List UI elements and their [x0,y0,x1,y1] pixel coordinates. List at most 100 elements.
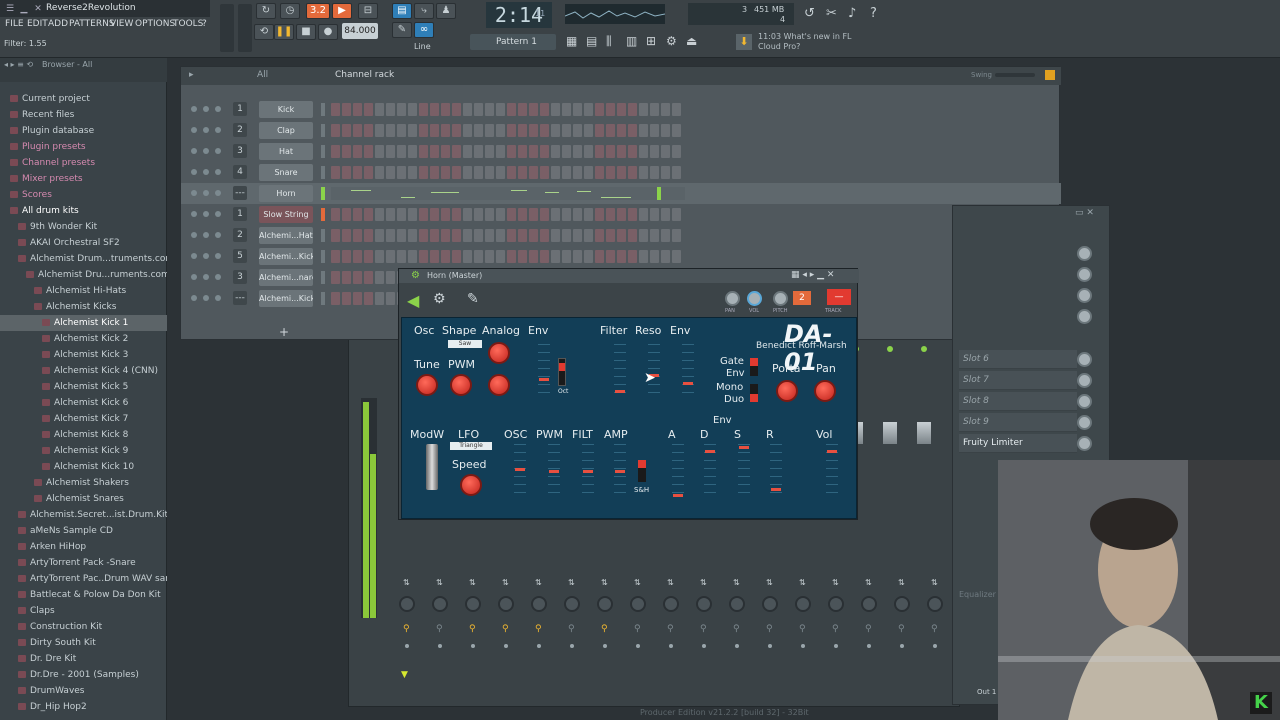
browser-item[interactable]: AKAI Orchestral SF2 [0,235,167,251]
browser-item[interactable]: All drum kits [0,203,167,219]
channel-mute-led[interactable] [191,211,197,217]
step-button[interactable] [562,250,571,263]
mixer-send-icon[interactable]: ⚲ [898,624,905,634]
browser-item[interactable]: Dr. Dre Kit [0,651,167,667]
browser-item[interactable]: Construction Kit [0,619,167,635]
step-button[interactable] [452,229,461,242]
step-button[interactable] [606,250,615,263]
sustain-slider[interactable] [738,444,750,502]
channel-select-indicator[interactable] [321,208,325,221]
step-button[interactable] [375,124,384,137]
browser-item[interactable]: Alchemist Kick 6 [0,395,167,411]
step-button[interactable] [639,229,648,242]
step-button[interactable] [353,166,362,179]
browser-item[interactable]: Plugin presets [0,139,167,155]
undo-icon[interactable]: ↺ [804,6,815,21]
step-button[interactable] [408,250,417,263]
channel-volume-knob[interactable] [747,291,762,306]
mixer-send-icon[interactable]: ⚲ [766,624,773,634]
step-button[interactable] [430,166,439,179]
step-button[interactable] [430,124,439,137]
step-button[interactable] [375,271,384,284]
step-button[interactable] [397,103,406,116]
step-button[interactable] [441,145,450,158]
browser-item[interactable]: Alchemist Kick 7 [0,411,167,427]
channel-mute-led[interactable] [191,106,197,112]
step-button[interactable] [331,145,340,158]
step-button[interactable] [397,166,406,179]
step-button[interactable] [430,208,439,221]
mixer-arm-dot[interactable] [900,644,904,648]
filter-env-slider[interactable] [682,344,694,402]
mixer-route-icon[interactable]: ⇅ [403,578,410,587]
step-button[interactable] [562,145,571,158]
step-button[interactable] [452,166,461,179]
step-button[interactable] [386,208,395,221]
fx-mix-knob[interactable] [1077,267,1092,282]
step-button[interactable] [507,250,516,263]
step-button[interactable] [408,103,417,116]
step-button[interactable] [364,292,373,305]
step-button[interactable] [672,208,681,221]
fx-mix-knob[interactable] [1077,309,1092,324]
browser-item[interactable]: ArtyTorrent Pac..Drum WAV samples [0,571,167,587]
lfo-pwm-slider[interactable] [548,444,560,502]
step-button[interactable] [595,145,604,158]
step-button[interactable] [342,292,351,305]
step-button[interactable] [441,250,450,263]
step-button[interactable] [518,124,527,137]
fx-window-buttons[interactable]: ▭ ✕ [1075,208,1094,218]
fx-mix-knob[interactable] [1077,373,1092,388]
step-button[interactable] [661,208,670,221]
browser-item[interactable]: Alchemist Kick 9 [0,443,167,459]
mixer-arm-dot[interactable] [405,644,409,648]
step-button[interactable] [573,208,582,221]
channel-name-button[interactable]: Slow String [259,206,313,223]
step-button[interactable] [474,145,483,158]
mixer-arm-dot[interactable] [537,644,541,648]
step-button[interactable] [529,103,538,116]
step-button[interactable] [529,166,538,179]
mixer-pan-knob[interactable] [663,596,679,612]
step-button[interactable] [628,250,637,263]
add-channel-button[interactable]: + [279,325,289,339]
channel-name-button[interactable]: Kick [259,101,313,118]
step-button[interactable] [353,271,362,284]
tempo-tapper-icon[interactable]: ⏏ [686,34,697,48]
step-button[interactable] [397,229,406,242]
step-button[interactable] [661,103,670,116]
step-button[interactable] [353,124,362,137]
channel-mute-led[interactable] [191,232,197,238]
channel-mute-led[interactable] [191,295,197,301]
playlist-icon[interactable]: ▦ [566,34,577,48]
step-button[interactable] [386,103,395,116]
browser-item[interactable]: Alchemist Kick 5 [0,379,167,395]
mixer-pan-knob[interactable] [927,596,943,612]
menu-view[interactable]: VIEW [110,19,133,29]
mixer-enable-led[interactable] [921,346,927,352]
channel-name-button[interactable]: Alchemi...nare 6 [259,269,313,286]
mixer-track-number[interactable]: 2 [793,291,811,305]
step-button[interactable] [562,229,571,242]
decay-slider[interactable] [704,444,716,502]
step-button[interactable] [474,166,483,179]
mixer-fader-handle[interactable] [917,422,931,444]
step-button[interactable] [474,208,483,221]
step-button[interactable] [408,166,417,179]
channel-mixer-track[interactable]: 5 [233,249,247,263]
step-button[interactable] [485,208,494,221]
menu-patterns[interactable]: PATTERNS [69,19,115,29]
step-button[interactable] [463,145,472,158]
lfo-filt-slider[interactable] [582,444,594,502]
step-button[interactable] [650,124,659,137]
slider-handle[interactable] [539,378,549,381]
browser-nav-icons[interactable]: ◂ ▸ ≡ ⟲ [4,60,33,69]
close-icon[interactable]: ✕ [32,3,44,15]
step-button[interactable] [408,229,417,242]
step-button[interactable] [518,250,527,263]
step-button[interactable] [573,229,582,242]
mixer-route-icon[interactable]: ⇅ [601,578,608,587]
step-button[interactable] [595,250,604,263]
stop-button[interactable]: ■ [296,24,316,40]
step-button[interactable] [441,103,450,116]
